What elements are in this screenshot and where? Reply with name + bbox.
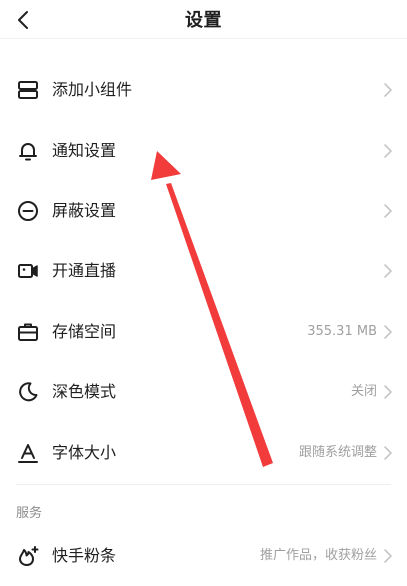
chevron-right-icon [384,83,392,97]
chevron-right-icon [384,446,392,460]
settings-item-add-widget[interactable]: 添加小组件 [0,60,407,120]
settings-item-label: 存储空间 [52,322,117,341]
section-divider [16,484,391,485]
chevron-right-icon [384,144,392,158]
chevron-right-icon [384,264,392,278]
section-title-services: 服务 [16,506,43,521]
settings-item-notifications[interactable]: 通知设置 [0,121,407,181]
settings-item-label: 通知设置 [52,141,117,160]
chevron-right-icon [384,549,392,563]
settings-item-label: 深色模式 [52,382,117,401]
font-size-value: 跟随系统调整 [298,445,377,460]
header-divider [0,38,407,39]
storage-icon [18,323,38,341]
settings-item-label: 添加小组件 [52,80,133,99]
settings-item-dark-mode[interactable]: 深色模式 关闭 [0,362,407,422]
settings-item-label: 开通直播 [52,261,117,280]
page-title: 设置 [185,10,222,31]
settings-item-font-size[interactable]: 字体大小 跟随系统调整 [0,423,407,483]
settings-item-block[interactable]: 屏蔽设置 [0,181,407,241]
widget-icon [18,81,38,99]
block-icon [18,201,38,221]
settings-item-boost[interactable]: 快手粉条 推广作品，收获粉丝 [0,526,407,586]
boost-icon [19,546,39,566]
settings-item-label: 字体大小 [52,443,117,462]
video-icon [18,264,38,278]
settings-item-live[interactable]: 开通直播 [0,241,407,301]
bell-icon [19,143,37,161]
moon-icon [19,382,38,402]
storage-value: 355.31 MB [307,324,377,339]
boost-value: 推广作品，收获粉丝 [259,548,377,563]
top-bar: 设置 [0,0,407,38]
settings-item-storage[interactable]: 存储空间 355.31 MB [0,302,407,362]
settings-item-label: 快手粉条 [52,546,117,565]
font-size-icon [18,444,38,463]
dark-mode-value: 关闭 [350,384,377,399]
settings-item-label: 屏蔽设置 [52,201,117,220]
chevron-right-icon [384,385,392,399]
chevron-right-icon [384,325,392,339]
chevron-right-icon [384,204,392,218]
